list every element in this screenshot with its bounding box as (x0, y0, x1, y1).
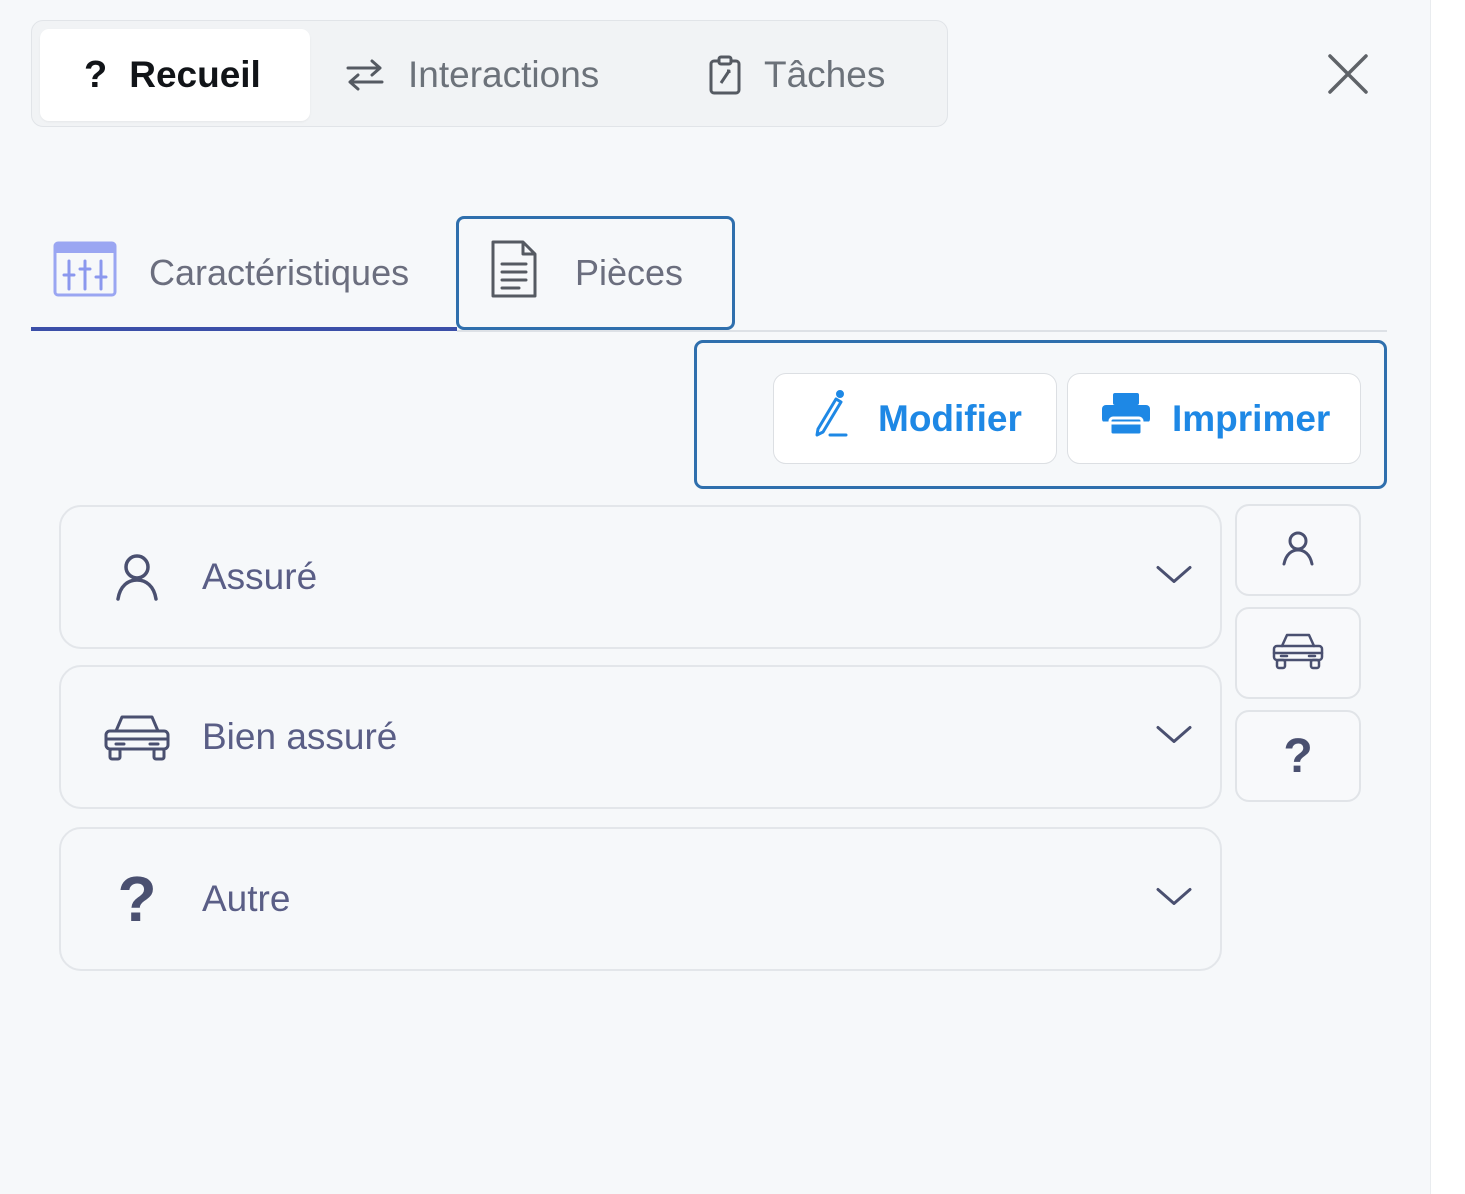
tab-interactions[interactable]: Interactions (344, 29, 664, 121)
modifier-label: Modifier (878, 397, 1022, 439)
tab-pieces[interactable]: Pièces (456, 216, 735, 330)
car-icon (1271, 630, 1325, 677)
card-autre-label: Autre (202, 878, 291, 919)
question-icon: ? (84, 53, 108, 96)
tab-recueil-label: Recueil (129, 54, 261, 95)
tab-underline (457, 330, 1387, 332)
question-icon: ? (1283, 729, 1313, 783)
active-tab-indicator (31, 327, 457, 331)
imprimer-button[interactable]: Imprimer (1067, 373, 1361, 464)
close-icon (1328, 54, 1368, 94)
question-icon: ? (117, 863, 157, 935)
chevron-down-icon (1154, 885, 1194, 914)
card-assure[interactable]: Assuré (59, 505, 1222, 649)
imprimer-label: Imprimer (1172, 397, 1331, 439)
person-icon (1281, 530, 1315, 571)
top-tab-bar: ? Recueil Interactions Tâches (31, 20, 948, 127)
tab-caracteristiques-label: Caractéristiques (149, 252, 410, 293)
tab-recueil[interactable]: ? Recueil (40, 29, 310, 121)
side-button-assure[interactable] (1235, 504, 1361, 596)
right-edge-panel (1430, 0, 1465, 1194)
chevron-down-icon (1154, 723, 1194, 752)
tab-taches-label: Tâches (764, 54, 886, 95)
document-icon (489, 238, 539, 309)
tab-taches[interactable]: Tâches (708, 29, 938, 121)
clipboard-icon (708, 55, 742, 95)
tab-interactions-label: Interactions (408, 54, 600, 95)
modifier-button[interactable]: Modifier (773, 373, 1057, 464)
pencil-icon (810, 389, 850, 448)
tab-pieces-label: Pièces (575, 252, 684, 293)
card-autre[interactable]: ? Autre (59, 827, 1222, 971)
person-icon (101, 552, 173, 602)
side-button-bien-assure[interactable] (1235, 607, 1361, 699)
side-button-autre[interactable]: ? (1235, 710, 1361, 802)
printer-icon (1100, 391, 1152, 446)
card-bien-assure[interactable]: Bien assuré (59, 665, 1222, 809)
tab-caracteristiques[interactable]: Caractéristiques (31, 216, 457, 330)
car-icon (101, 709, 173, 765)
sliders-icon (53, 241, 117, 306)
chevron-down-icon (1154, 563, 1194, 592)
card-assure-label: Assuré (202, 556, 318, 597)
card-bien-assure-label: Bien assuré (202, 716, 398, 757)
swap-arrows-icon (344, 57, 386, 93)
close-button[interactable] (1322, 48, 1374, 100)
